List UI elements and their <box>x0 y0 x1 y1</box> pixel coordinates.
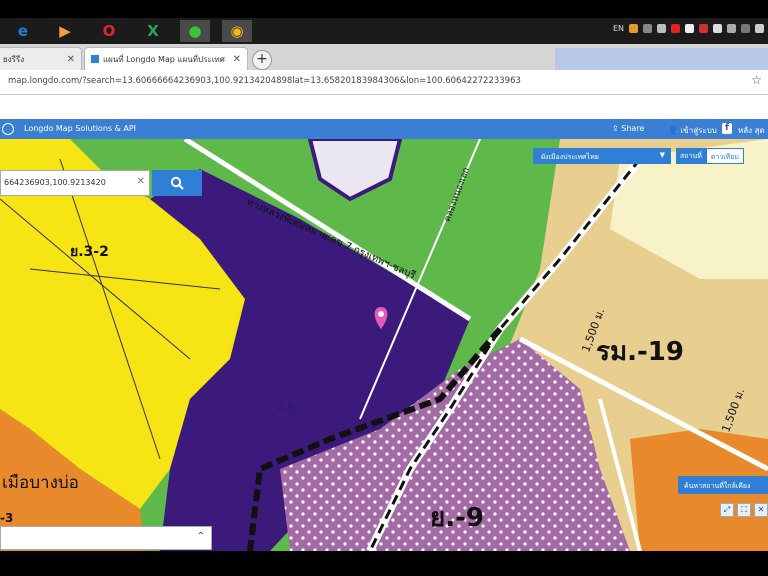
fullscreen-icon[interactable]: ⛶ <box>737 503 751 517</box>
page-top-area <box>0 95 768 119</box>
app-logo-text[interactable]: Longdo Map Solutions & API <box>24 124 136 133</box>
tray-icon[interactable] <box>741 24 750 33</box>
star-icon[interactable]: ☆ <box>751 73 762 87</box>
share-label: Share <box>621 124 645 133</box>
tray-icon[interactable] <box>671 24 680 33</box>
media-player-icon[interactable]: ▶ <box>50 20 80 42</box>
map-type-button[interactable]: สถานที่ <box>676 148 706 164</box>
map-type-button[interactable]: ดาวเทียม <box>705 148 744 164</box>
tray-icon[interactable] <box>643 24 652 33</box>
map-type-toggle: สถานที่ ดาวเทียม <box>676 148 744 164</box>
zoom-icon[interactable]: ⤢ <box>720 503 734 517</box>
app-header: Longdo Map Solutions & API ⇪ Share 👤 เข้… <box>0 119 768 139</box>
search-button[interactable] <box>152 170 202 196</box>
opera-icon[interactable]: O <box>94 20 124 42</box>
map-canvas[interactable]: ย.3-2 รม.-19 ย.-9 เมือบางบ่อ 1,500 ม. 1,… <box>0 139 768 551</box>
taskbar: e ▶ O X ● ◉ EN <box>0 18 768 44</box>
nearby-search-button[interactable]: ค้นหาสถานที่ใกล้เคียง <box>678 476 768 494</box>
bottom-panel[interactable]: ⌃ <box>0 526 212 550</box>
language-indicator[interactable]: EN <box>613 24 624 33</box>
tray-icon[interactable] <box>699 24 708 33</box>
tray-icon[interactable] <box>657 24 666 33</box>
layer-select[interactable]: ผังเมืองประเทศไทย ▼ <box>533 148 671 164</box>
close-icon[interactable]: ✕ <box>754 503 768 517</box>
zone-label: ก.1 <box>278 403 294 414</box>
facebook-icon[interactable]: f <box>722 123 732 134</box>
address-bar[interactable]: map.longdo.com/?search=13.60666664236903… <box>0 70 768 95</box>
browser-tab-active[interactable]: แผนที่ Longdo Map แผนที่ประเทศ ✕ <box>84 47 248 70</box>
tray-icon[interactable] <box>685 24 694 33</box>
tray-icon[interactable] <box>713 24 722 33</box>
chevron-down-icon: ▼ <box>659 151 665 159</box>
system-tray: EN <box>613 24 764 33</box>
tab-title: แผนที่ Longdo Map แผนที่ประเทศ <box>103 54 225 64</box>
tray-icon[interactable] <box>755 24 764 33</box>
favicon-icon <box>91 55 99 63</box>
internet-explorer-icon[interactable]: e <box>8 20 38 42</box>
tab-strip: ยงรีรีง ✕ แผนที่ Longdo Map แผนที่ประเทศ… <box>0 44 768 70</box>
chrome-icon[interactable]: ◉ <box>222 20 252 42</box>
tray-icon[interactable] <box>727 24 736 33</box>
close-icon[interactable]: ✕ <box>67 54 75 65</box>
share-button[interactable]: ⇪ Share <box>612 124 644 133</box>
url-text[interactable]: map.longdo.com/?search=13.60666664236903… <box>8 76 521 86</box>
zone-label: รม.-19 <box>596 337 684 367</box>
globe-icon[interactable] <box>2 123 14 135</box>
tab-strip-background <box>555 48 768 70</box>
search-icon <box>170 176 184 190</box>
login-button[interactable]: 👤 เข้าสู่ระบบ <box>668 124 717 137</box>
district-label: เมือบางบ่อ <box>2 473 79 493</box>
search-value: 664236903,100.9213420 <box>4 178 106 187</box>
close-icon[interactable]: ✕ <box>233 54 241 65</box>
tray-icon[interactable] <box>629 24 638 33</box>
line-icon[interactable]: ● <box>180 20 210 42</box>
new-tab-button[interactable]: + <box>252 50 272 70</box>
expand-up-icon[interactable]: ⌃ <box>197 531 205 542</box>
zone-label: -3 <box>0 511 14 525</box>
map-tool-icons: ⤢ ⛶ ✕ <box>720 503 768 517</box>
search-input[interactable]: 664236903,100.9213420 ✕ <box>0 170 150 196</box>
browser-tab[interactable]: ยงรีรีง ✕ <box>0 47 82 70</box>
login-label: เข้าสู่ระบบ <box>680 126 717 135</box>
layer-select-value: ผังเมืองประเทศไทย <box>541 153 599 161</box>
tab-title: ยงรีรีง <box>3 54 25 64</box>
clear-icon[interactable]: ✕ <box>137 176 145 187</box>
excel-icon[interactable]: X <box>138 20 168 42</box>
zone-label: ย.3-2 <box>70 244 109 260</box>
zone-label: ย.-9 <box>430 503 484 533</box>
more-link[interactable]: หลัง สุด <box>738 124 765 137</box>
screen: e ▶ O X ● ◉ EN ยงรีรีง ✕ แผนที่ Longdo M… <box>0 0 768 576</box>
